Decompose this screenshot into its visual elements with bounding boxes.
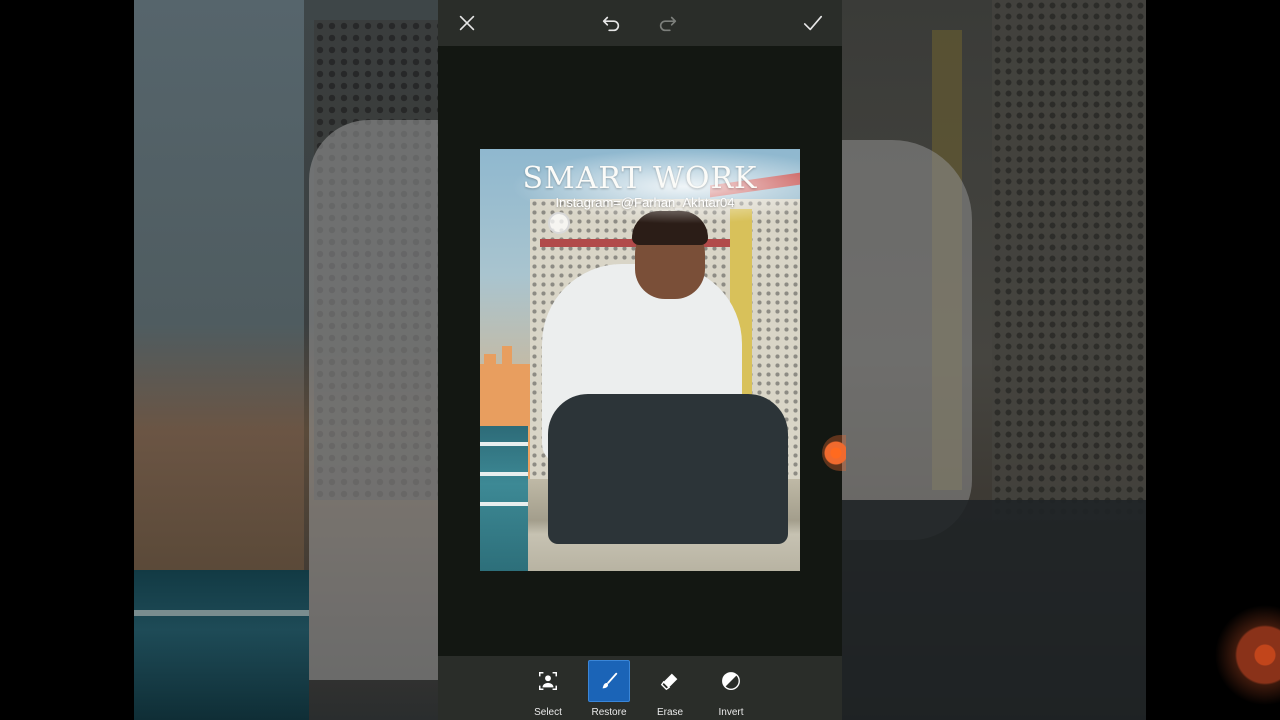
bottom-toolbar: Select Restore Erase Invert	[438, 656, 842, 720]
invert-icon	[722, 672, 740, 690]
redo-icon	[659, 16, 677, 32]
tool-label: Invert	[718, 707, 744, 718]
brush-cursor	[548, 212, 570, 234]
person-select-icon	[539, 672, 557, 690]
editor-app: SMART WORK Instagram=@Farhan_Akhtar04 Se…	[438, 0, 842, 720]
undo-icon	[602, 16, 620, 32]
blurred-backdrop-left	[134, 0, 438, 720]
tool-select[interactable]: Select	[526, 660, 570, 718]
tool-label: Select	[534, 707, 562, 718]
undo-button[interactable]	[596, 8, 626, 38]
backdrop-shirt	[309, 120, 438, 680]
backdrop-slider-glow	[1215, 595, 1280, 715]
close-icon	[459, 15, 475, 31]
tool-label: Erase	[656, 707, 684, 718]
tool-erase[interactable]: Erase	[648, 660, 692, 718]
checkmark-icon	[803, 15, 823, 31]
eraser-icon	[660, 673, 678, 691]
redo-button[interactable]	[653, 8, 683, 38]
photo-canvas[interactable]: SMART WORK Instagram=@Farhan_Akhtar04	[480, 149, 800, 571]
person-leg	[588, 439, 630, 539]
backdrop-wall	[992, 0, 1146, 520]
overlay-title: SMART WORK	[522, 161, 758, 196]
brush-icon	[602, 672, 618, 689]
close-button[interactable]	[452, 8, 482, 38]
person-leg	[738, 429, 784, 539]
blurred-backdrop-right	[842, 0, 1146, 720]
tool-restore[interactable]: Restore	[587, 660, 631, 718]
backdrop-shirt	[842, 140, 972, 540]
tool-invert[interactable]: Invert	[709, 660, 753, 718]
top-toolbar	[438, 0, 842, 46]
city-silhouette	[480, 346, 530, 426]
apply-button[interactable]	[798, 8, 828, 38]
overlay-subtitle: Instagram=@Farhan_Akhtar04	[555, 195, 735, 210]
backdrop-jeans	[842, 500, 1146, 720]
backdrop-pool	[134, 570, 309, 720]
tool-label: Restore	[591, 707, 627, 718]
pool-overlay	[480, 426, 528, 571]
